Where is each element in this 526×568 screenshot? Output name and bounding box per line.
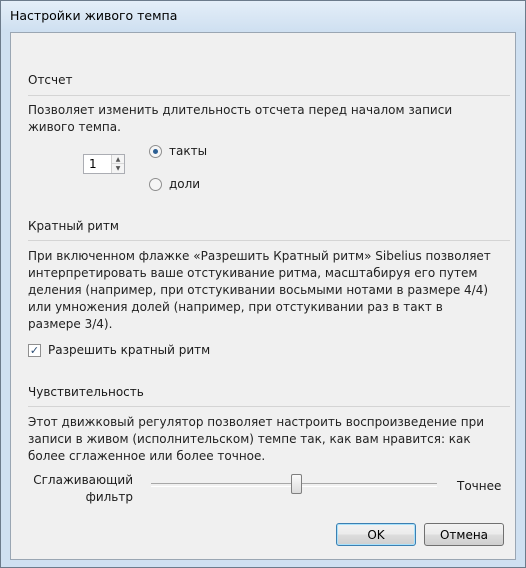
spin-down-icon[interactable]: ▼ — [112, 164, 124, 173]
ok-button[interactable]: OK — [336, 523, 416, 546]
radio-beats-label[interactable]: доли — [169, 177, 200, 191]
countoff-description: Позволяет изменить длительность отсчета … — [28, 103, 453, 134]
flexi-rhythm-checkbox[interactable]: ✓ — [28, 344, 41, 357]
countoff-separator — [28, 95, 510, 96]
sensitivity-separator — [28, 406, 510, 407]
radio-beats[interactable] — [149, 178, 162, 191]
rhythm-description: При включенном флажке «Разрешить Кратный… — [28, 249, 491, 331]
rhythm-separator — [28, 240, 510, 241]
sensitivity-description: Этот движковый регулятор позволяет настр… — [28, 415, 485, 463]
radio-bars-label[interactable]: такты — [169, 144, 207, 158]
cancel-button[interactable]: Отмена — [424, 523, 504, 546]
flexi-rhythm-label[interactable]: Разрешить кратный ритм — [48, 343, 210, 357]
countoff-title: Отсчет — [28, 73, 73, 87]
rhythm-title: Кратный ритм — [28, 219, 119, 233]
spinner-buttons: ▲ ▼ — [111, 155, 124, 173]
slider-left-label: Сглаживающий фильтр — [33, 473, 133, 504]
spin-up-icon[interactable]: ▲ — [112, 155, 124, 164]
countoff-value[interactable]: 1 — [89, 157, 97, 171]
dialog-body: Отсчет Позволяет изменить длительность о… — [10, 32, 516, 560]
radio-bars[interactable] — [149, 145, 162, 158]
countoff-spinner[interactable]: 1 ▲ ▼ — [83, 154, 125, 174]
sensitivity-slider-thumb[interactable] — [291, 474, 302, 494]
slider-right-label: Точнее — [457, 479, 502, 493]
title-bar[interactable]: Настройки живого темпа — [1, 1, 525, 31]
sensitivity-title: Чувствительность — [28, 385, 144, 399]
dialog-window: Настройки живого темпа Отсчет Позволяет … — [0, 0, 526, 568]
window-title: Настройки живого темпа — [10, 8, 178, 23]
